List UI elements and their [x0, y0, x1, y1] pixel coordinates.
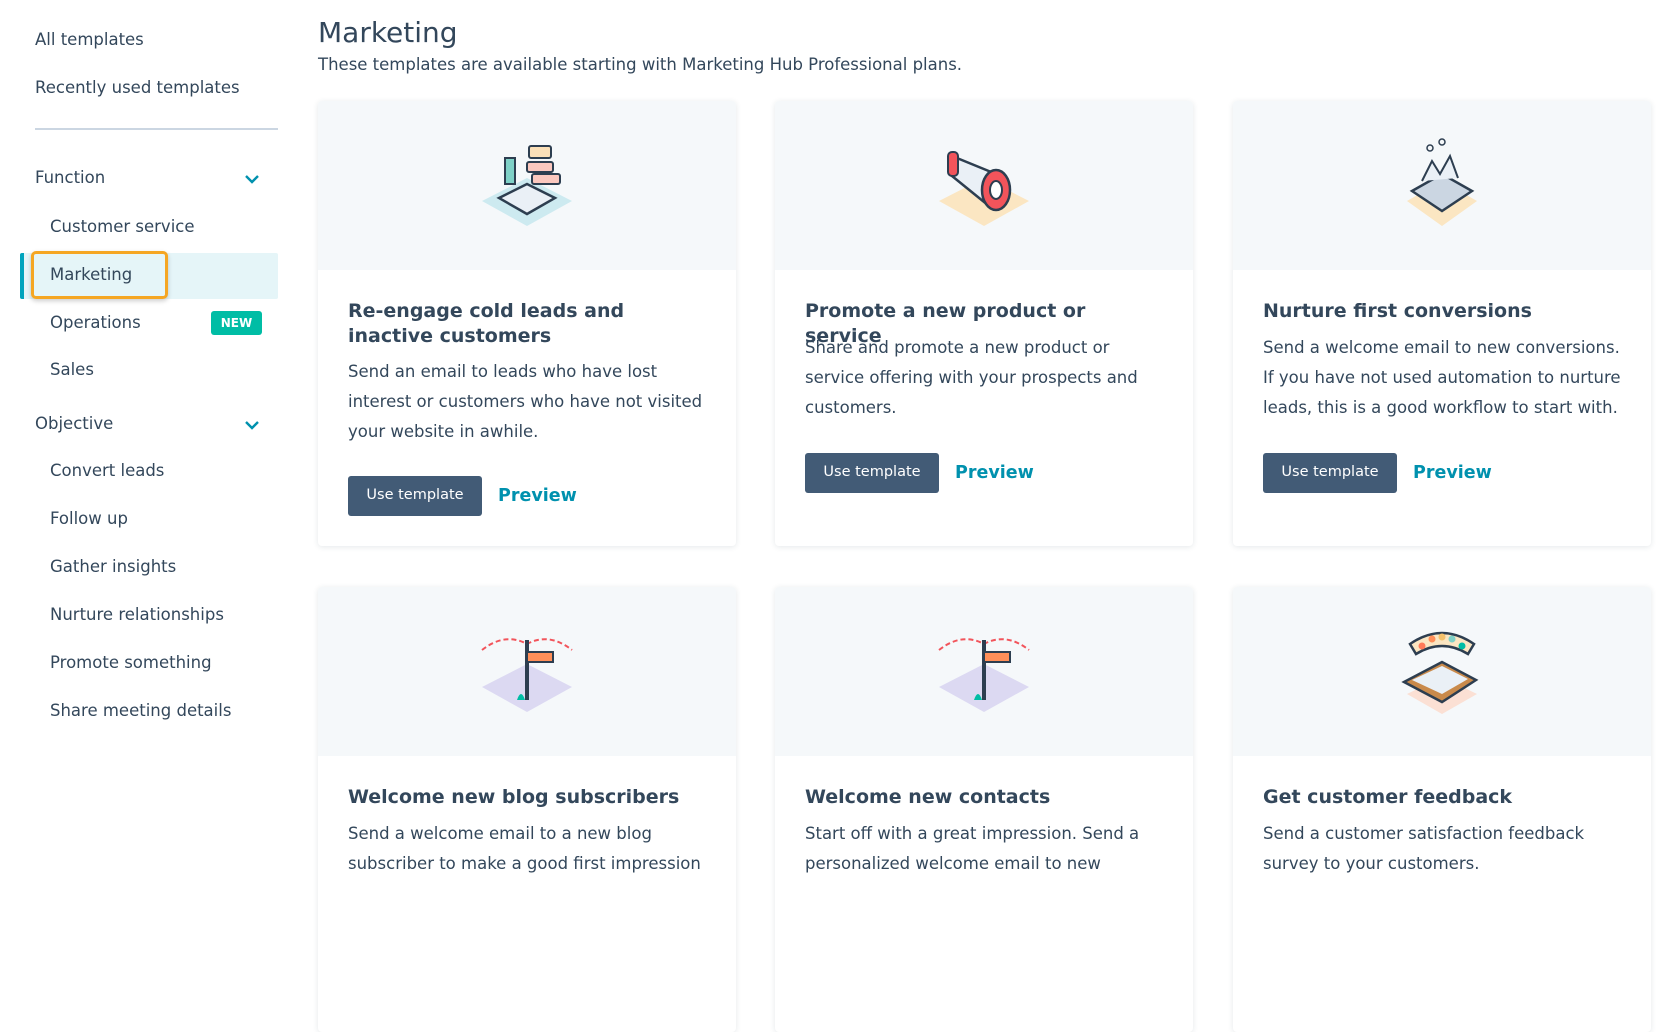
use-template-button[interactable]: Use template [1263, 453, 1397, 493]
card-illustration [1233, 101, 1651, 270]
divider [35, 128, 278, 130]
template-card: Nurture first conversions Send a welcome… [1233, 101, 1651, 546]
template-card: Re-engage cold leads and inactive custom… [318, 101, 736, 546]
card-description: Send a welcome email to new conversions.… [1263, 338, 1621, 417]
card-description: Send an email to leads who have lost int… [348, 362, 703, 441]
card-description: Share and promote a new product or servi… [805, 338, 1138, 417]
template-card: Get customer feedback Send a customer sa… [1233, 587, 1651, 1032]
card-illustration [775, 587, 1193, 756]
clipboard-feedback-icon [1401, 631, 1479, 714]
preview-link[interactable]: Preview [1413, 463, 1492, 483]
use-template-button[interactable]: Use template [805, 453, 939, 493]
sidebar-item-follow-up[interactable]: Follow up [50, 509, 128, 528]
new-badge: NEW [211, 311, 262, 335]
card-illustration [318, 587, 736, 756]
sidebar-item-promote-something[interactable]: Promote something [50, 653, 212, 672]
recently-used-link[interactable]: Recently used templates [35, 78, 240, 97]
template-card: Promote a new product or service Share a… [775, 101, 1193, 546]
card-title: Welcome new contacts [805, 786, 1051, 808]
sidebar-item-share-meeting-details[interactable]: Share meeting details [50, 701, 231, 720]
template-card: Welcome new contacts Start off with a gr… [775, 587, 1193, 1032]
sidebar-item-customer-service[interactable]: Customer service [50, 217, 195, 236]
card-title: Get customer feedback [1263, 786, 1513, 808]
card-illustration [318, 101, 736, 270]
card-description: Start off with a great impression. Send … [805, 824, 1140, 873]
card-illustration [1233, 587, 1651, 756]
welcome-sign-icon [481, 638, 573, 712]
sidebar-item-sales[interactable]: Sales [50, 360, 94, 379]
preview-link[interactable]: Preview [955, 463, 1034, 483]
sidebar-item-operations[interactable]: Operations [50, 313, 141, 332]
sidebar-item-nurture-relationships[interactable]: Nurture relationships [50, 605, 224, 624]
sidebar-item-convert-leads[interactable]: Convert leads [50, 461, 164, 480]
chevron-down-icon[interactable] [244, 420, 260, 430]
preview-link[interactable]: Preview [498, 486, 577, 506]
card-title: Welcome new blog subscribers [348, 786, 680, 808]
megaphone-icon [939, 151, 1029, 226]
page-title: Marketing [318, 16, 458, 49]
objective-section-toggle[interactable]: Objective [35, 414, 113, 433]
card-description: Send a customer satisfaction feedback su… [1263, 824, 1585, 873]
sidebar-item-marketing[interactable]: Marketing [50, 265, 132, 284]
open-book-icon [482, 145, 572, 226]
chevron-down-icon[interactable] [244, 174, 260, 184]
card-description: Send a welcome email to a new blog subsc… [348, 824, 701, 873]
page-subtitle: These templates are available starting w… [318, 55, 963, 74]
template-card: Welcome new blog subscribers Send a welc… [318, 587, 736, 1032]
function-section-toggle[interactable]: Function [35, 168, 105, 187]
card-title: Re-engage cold leads and inactive custom… [348, 300, 625, 347]
card-title: Nurture first conversions [1263, 300, 1532, 322]
all-templates-link[interactable]: All templates [35, 30, 144, 49]
conveyor-icon [1407, 138, 1477, 226]
card-illustration [775, 101, 1193, 270]
use-template-button[interactable]: Use template [348, 476, 482, 516]
sidebar-item-gather-insights[interactable]: Gather insights [50, 557, 176, 576]
welcome-sign-icon [938, 638, 1030, 712]
